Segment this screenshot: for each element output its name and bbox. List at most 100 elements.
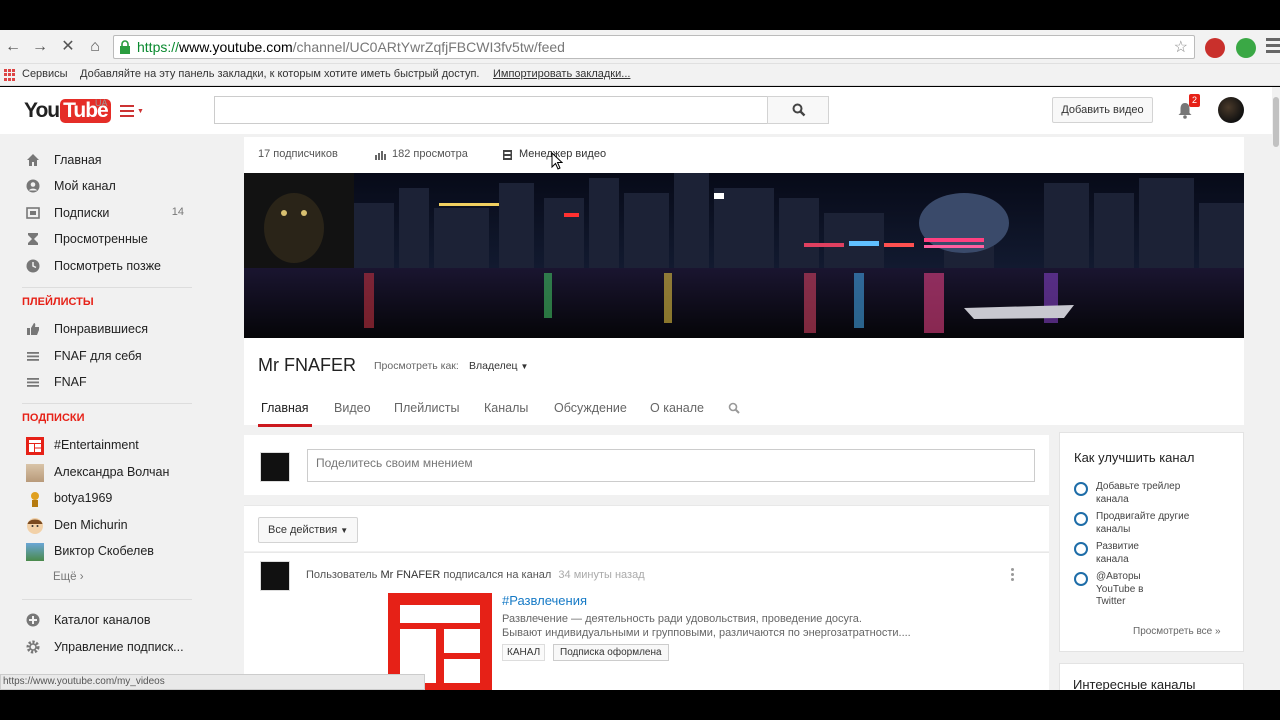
activity-filter-label: Все действия xyxy=(268,524,338,536)
url-scheme: https:// xyxy=(137,39,180,55)
feed-channel-description: Развлечение — деятельность ради удовольс… xyxy=(502,613,862,625)
activity-line: Пользователь Mr FNAFER подписался на кан… xyxy=(306,569,645,581)
apps-grid-icon[interactable] xyxy=(4,69,16,81)
back-arrow-icon[interactable]: ← xyxy=(3,37,23,57)
subscription-avatar xyxy=(31,492,39,507)
improve-item-development[interactable]: Развитие канала xyxy=(1074,541,1234,569)
improve-item-label: Продвигайте другие каналы xyxy=(1096,511,1190,535)
view-as-dropdown[interactable]: Владелец ▼ xyxy=(469,360,528,372)
youtube-page: You Tube UA ▼ Добавить видео 2 Главная Мо… xyxy=(0,87,1280,703)
tab-home[interactable]: Главная xyxy=(258,401,312,427)
improve-channel-panel: Как улучшить канал Добавьте трейлер кана… xyxy=(1059,432,1244,652)
bookmark-star-icon[interactable]: ☆ xyxy=(1174,37,1188,57)
browser-menu-icon[interactable] xyxy=(1266,38,1280,56)
sidebar-item-label: Просмотренные xyxy=(54,232,148,246)
chevron-down-icon: ▼ xyxy=(520,362,529,371)
subscriptions-icon xyxy=(26,207,40,219)
upload-video-button[interactable]: Добавить видео xyxy=(1052,97,1153,123)
chevron-down-icon: ▼ xyxy=(340,526,349,535)
sidebar-item-home[interactable]: Главная xyxy=(22,150,192,170)
entertainment-channel-avatar xyxy=(26,437,44,455)
bookmarks-hint: Добавляйте на эту панель закладки, к кот… xyxy=(80,68,480,80)
browser-status-bar: https://www.youtube.com/my_videos xyxy=(0,674,425,690)
page-scrollbar[interactable] xyxy=(1272,87,1280,690)
sidebar-item-playlist-fnaf-self[interactable]: FNAF для себя xyxy=(22,346,192,366)
activity-filter-dropdown[interactable]: Все действия ▼ xyxy=(258,517,358,543)
extension-green-icon[interactable] xyxy=(1236,38,1256,58)
sidebar-item-label: FNAF для себя xyxy=(54,349,142,363)
playlists-heading: ПЛЕЙЛИСТЫ xyxy=(22,296,94,308)
search-icon xyxy=(792,103,806,117)
sidebar-sub-viktor[interactable]: Виктор Скобелев xyxy=(22,541,192,561)
plus-circle-icon xyxy=(26,613,40,627)
guide-sidebar: Главная Мой канал Подписки 14 Просмотрен… xyxy=(0,134,212,690)
address-bar[interactable]: https://www.youtube.com/channel/UC0ARtYw… xyxy=(113,35,1195,59)
sidebar-item-label: Главная xyxy=(54,153,102,167)
view-as-value: Владелец xyxy=(469,360,518,372)
apps-label[interactable]: Сервисы xyxy=(22,68,68,80)
sidebar-sub-botya[interactable]: botya1969 xyxy=(22,488,192,508)
sidebar-more-link[interactable]: Ещё › xyxy=(53,571,84,583)
subscription-avatar xyxy=(26,464,44,482)
sidebar-item-my-channel[interactable]: Мой канал xyxy=(22,176,192,196)
search-button[interactable] xyxy=(767,96,829,124)
home-button-icon[interactable]: ⌂ xyxy=(85,37,105,57)
sidebar-sub-aleksandra[interactable]: Александра Волчан xyxy=(22,462,192,482)
subscribed-button[interactable]: Подписка оформлена xyxy=(553,644,669,661)
sidebar-item-playlist-fnaf[interactable]: FNAF xyxy=(22,372,192,392)
sidebar-item-liked[interactable]: Понравившиеся xyxy=(22,319,192,339)
progress-ring-icon xyxy=(1074,512,1088,526)
user-avatar xyxy=(260,561,290,591)
sidebar-item-subscriptions[interactable]: Подписки 14 xyxy=(22,203,192,223)
video-letterbox-bottom xyxy=(0,690,1280,720)
sidebar-sub-entertainment[interactable]: #Entertainment xyxy=(22,435,192,455)
feed-channel-title-link[interactable]: #Развлечения xyxy=(502,593,587,608)
tab-discussion[interactable]: Обсуждение xyxy=(554,401,627,415)
forward-arrow-icon[interactable]: → xyxy=(30,37,50,57)
sidebar-item-watch-later[interactable]: Посмотреть позже xyxy=(22,256,192,276)
extension-red-icon[interactable] xyxy=(1205,38,1225,58)
progress-ring-icon xyxy=(1074,572,1088,586)
sidebar-item-browse-channels[interactable]: Каталог каналов xyxy=(22,610,192,630)
progress-ring-icon xyxy=(1074,482,1088,496)
improve-item-trailer[interactable]: Добавьте трейлер канала xyxy=(1074,481,1234,509)
subscriber-count: 17 подписчиков xyxy=(258,148,338,160)
sidebar-item-label: FNAF xyxy=(54,375,87,389)
channel-header: 17 подписчиков 182 просмотра Менеджер ви… xyxy=(244,137,1244,427)
masthead: You Tube UA ▼ Добавить видео 2 xyxy=(0,87,1276,134)
guide-menu-icon[interactable]: ▼ xyxy=(120,105,144,119)
sidebar-divider xyxy=(22,403,192,404)
tab-videos[interactable]: Видео xyxy=(334,401,371,415)
tab-channels[interactable]: Каналы xyxy=(484,401,528,415)
notifications-count: 2 xyxy=(1189,94,1201,107)
improve-item-twitter[interactable]: @Авторы YouTube в Twitter xyxy=(1074,571,1234,611)
bar-chart-icon xyxy=(375,151,386,160)
sidebar-item-history[interactable]: Просмотренные xyxy=(22,229,192,249)
thumbs-up-icon xyxy=(27,323,39,335)
improve-item-label: Развитие канала xyxy=(1096,541,1139,565)
share-post-box: Поделитесь своим мнением xyxy=(244,435,1049,495)
mouse-cursor-icon xyxy=(551,152,563,170)
share-input[interactable]: Поделитесь своим мнением xyxy=(307,449,1035,482)
url-path: /channel/UC0ARtYwrZqfjFBCWI3fv5tw/feed xyxy=(292,39,565,55)
activity-filter-bar: Все действия ▼ xyxy=(244,505,1049,551)
stop-icon[interactable]: ✕ xyxy=(58,37,78,57)
import-bookmarks-link[interactable]: Импортировать закладки... xyxy=(493,68,630,80)
tab-about[interactable]: О канале xyxy=(650,401,704,415)
more-actions-icon[interactable] xyxy=(1011,568,1015,582)
activity-user-link[interactable]: Mr FNAFER xyxy=(380,569,440,581)
account-avatar[interactable] xyxy=(1218,97,1244,123)
tab-playlists[interactable]: Плейлисты xyxy=(394,401,459,415)
channel-search-icon[interactable] xyxy=(728,402,740,414)
scrollbar-thumb[interactable] xyxy=(1273,97,1279,147)
view-all-link[interactable]: Просмотреть все » xyxy=(1133,626,1221,637)
search-input[interactable] xyxy=(214,96,768,124)
feed-channel-description: Бывают индивидуальными и групповыми, раз… xyxy=(502,627,911,639)
improve-item-label: Добавьте трейлер канала xyxy=(1096,481,1181,505)
subscription-avatar xyxy=(26,543,44,561)
sidebar-sub-den[interactable]: Den Michurin xyxy=(22,515,192,535)
improve-item-promote[interactable]: Продвигайте другие каналы xyxy=(1074,511,1234,539)
channel-title: Mr FNAFER xyxy=(258,355,356,375)
sidebar-item-manage-subscriptions[interactable]: Управление подписк... xyxy=(22,637,192,657)
feed-activity-item: Пользователь Mr FNAFER подписался на кан… xyxy=(244,552,1049,691)
